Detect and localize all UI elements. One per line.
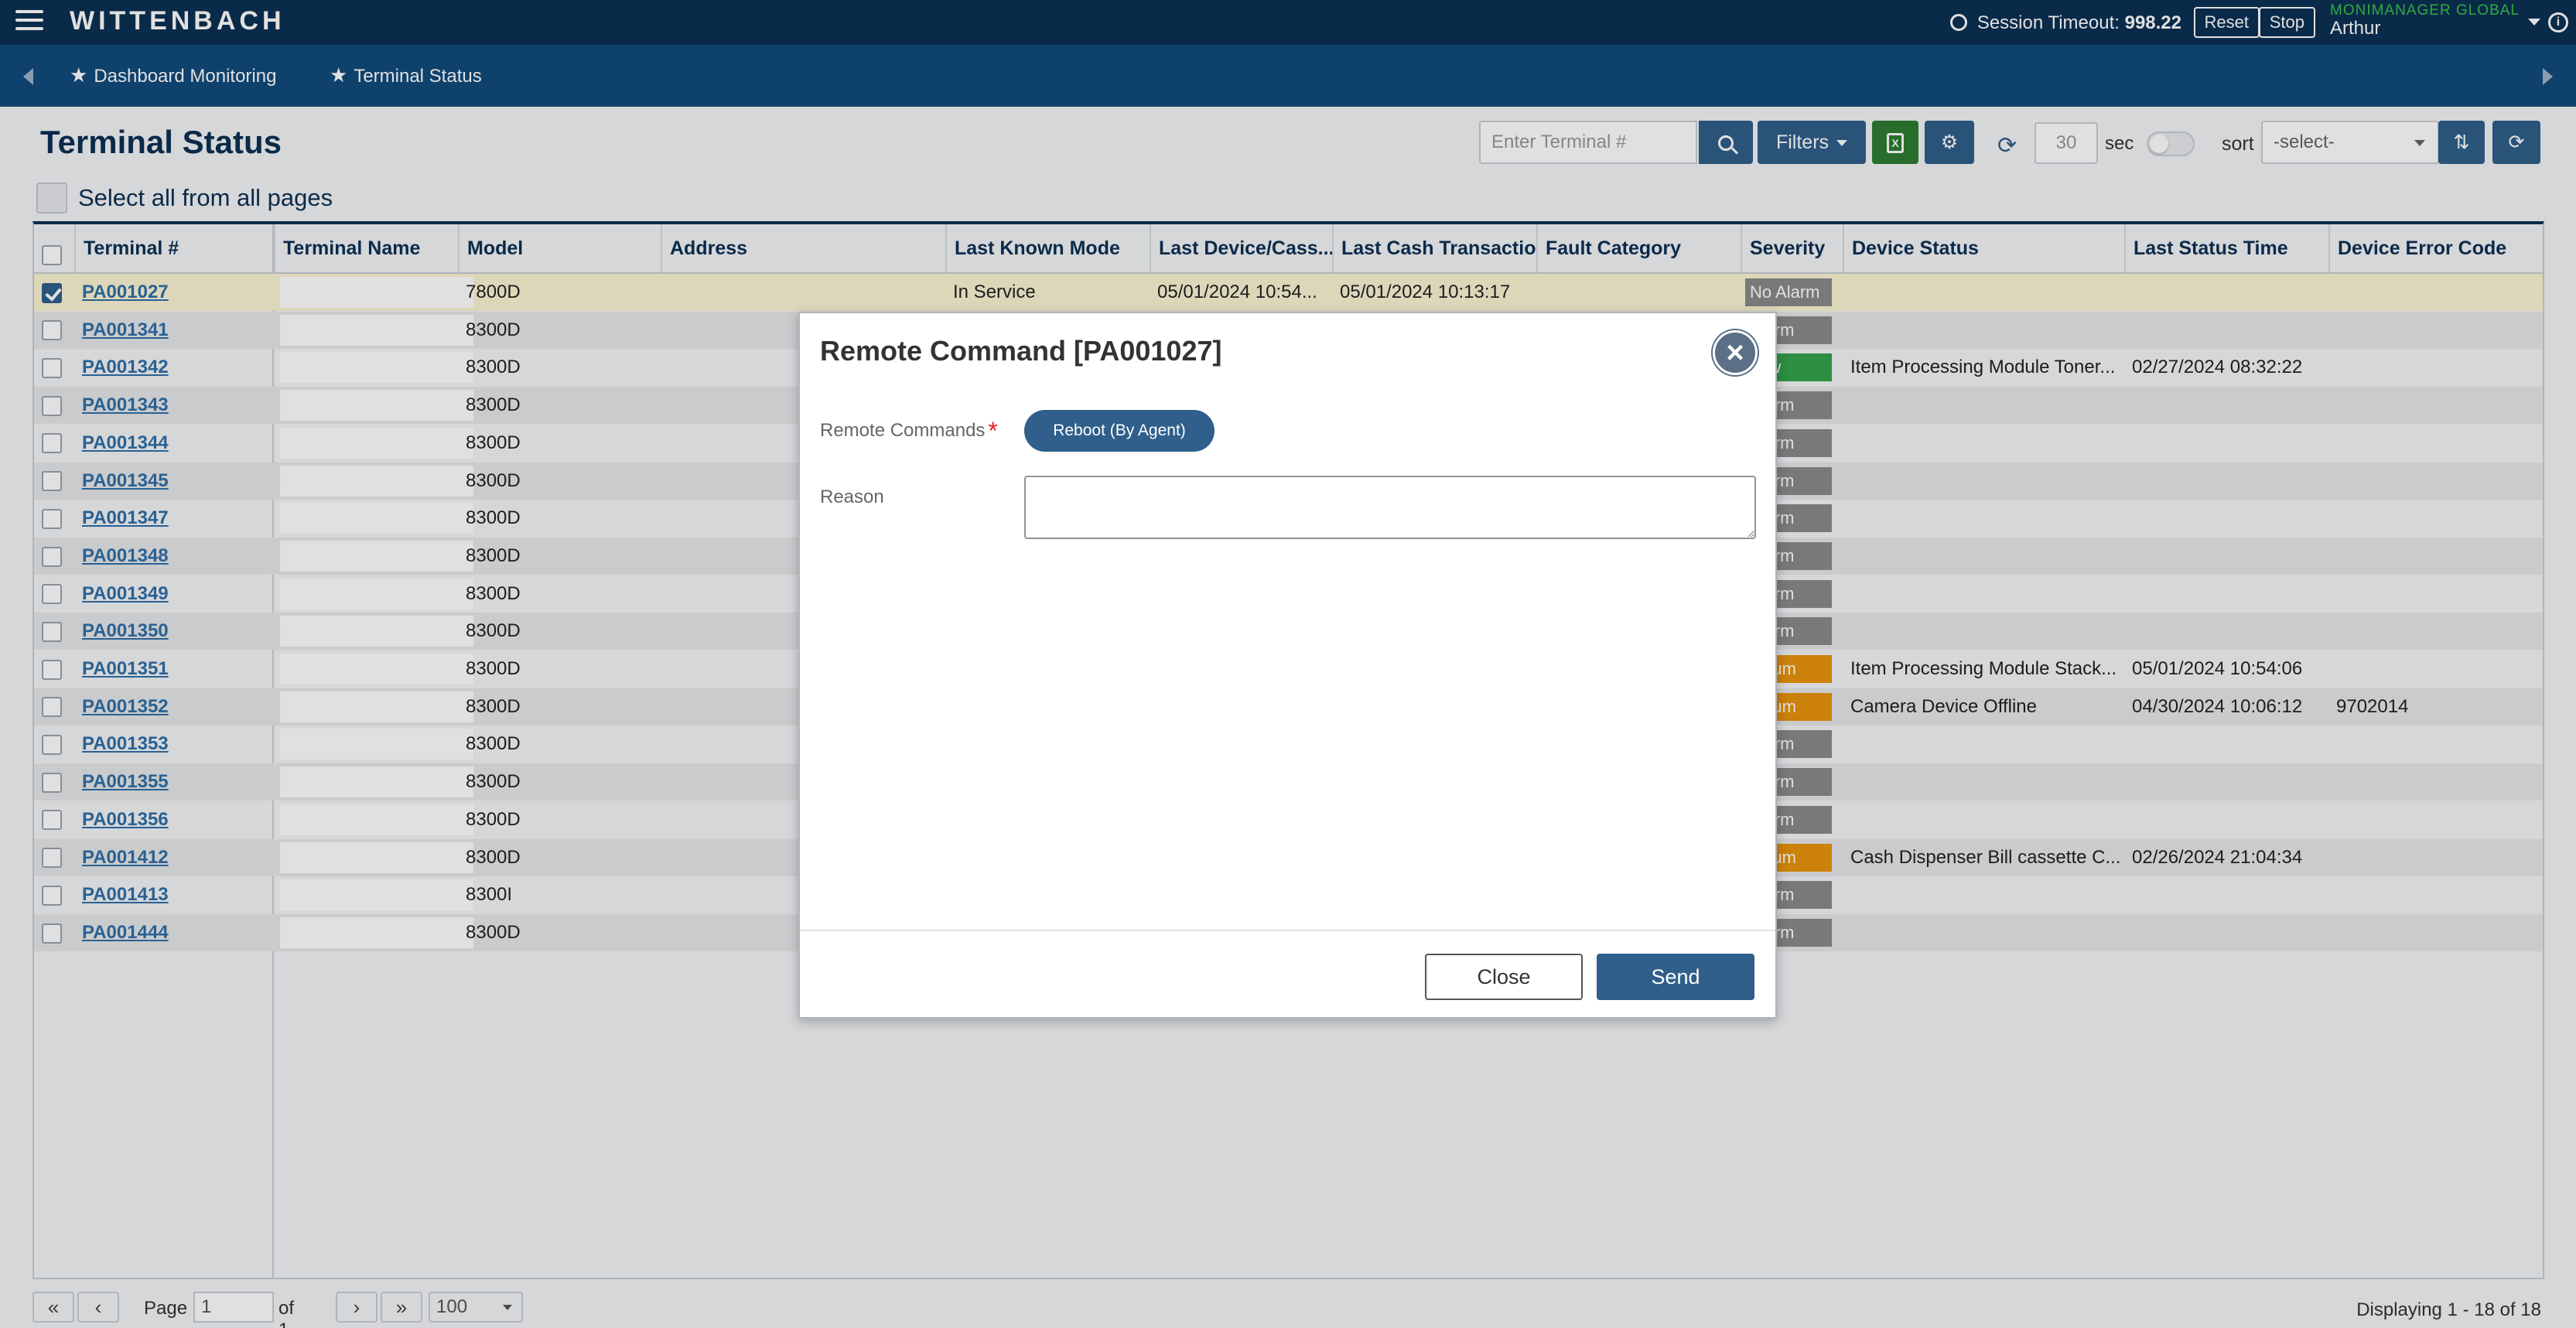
remote-commands-label-text: Remote Commands <box>820 420 986 441</box>
remote-command-dialog: Remote Command [PA001027] × Remote Comma… <box>798 312 1777 1019</box>
reboot-by-agent-button[interactable]: Reboot (By Agent) <box>1024 410 1215 452</box>
close-button[interactable]: Close <box>1425 954 1583 1000</box>
send-button[interactable]: Send <box>1597 954 1754 1000</box>
dialog-divider <box>800 930 1775 931</box>
dialog-title: Remote Command [PA001027] <box>820 335 1222 367</box>
reason-label: Reason <box>820 486 884 507</box>
required-marker: * <box>988 417 998 445</box>
close-icon[interactable]: × <box>1713 330 1758 375</box>
reason-textarea[interactable] <box>1024 476 1756 539</box>
remote-commands-label: Remote Commands * <box>820 417 998 446</box>
